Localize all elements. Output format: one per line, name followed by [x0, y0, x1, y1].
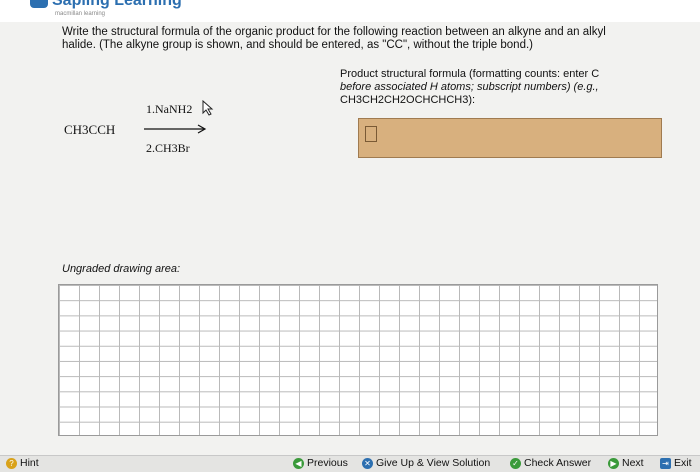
check-answer-button[interactable]: ✓ Check Answer [510, 457, 591, 469]
previous-arrow-icon: ◀ [293, 457, 304, 469]
next-label: Next [622, 457, 644, 469]
give-up-button[interactable]: ✕ Give Up & View Solution [362, 457, 490, 469]
checkmark-icon: ✓ [510, 457, 521, 469]
hint-label: Hint [20, 457, 39, 469]
question-text: Write the structural formula of the orga… [62, 26, 682, 52]
reactant-text: CH3CCH [64, 122, 116, 137]
give-up-icon: ✕ [362, 457, 373, 469]
exit-button[interactable]: ⇥ Exit [660, 457, 692, 469]
bottom-toolbar: ? Hint ◀ Previous ✕ Give Up & View Solut… [0, 455, 700, 472]
mouse-cursor-icon [202, 100, 214, 116]
previous-button[interactable]: ◀ Previous [293, 457, 348, 469]
product-instructions: Product structural formula (formatting c… [340, 68, 670, 107]
next-button[interactable]: ▶ Next [608, 457, 644, 469]
next-arrow-icon: ▶ [608, 457, 619, 469]
sapling-logo-icon [30, 0, 48, 8]
drawing-area-label: Ungraded drawing area: [62, 263, 181, 275]
give-up-label: Give Up & View Solution [376, 457, 491, 469]
question-line-1: Write the structural formula of the orga… [62, 26, 606, 38]
reaction-arrow-icon [144, 124, 207, 134]
reactant-formula: CH3CCH [64, 122, 115, 138]
drawing-grid[interactable] [58, 284, 658, 436]
instr-line-2: before associated H atoms; subscript num… [340, 81, 599, 93]
instr-line-1: Product structural formula (formatting c… [340, 68, 600, 80]
answer-box[interactable] [358, 118, 662, 158]
question-line-2: halide. (The alkyne group is shown, and … [62, 39, 533, 51]
instr-line-3: CH3CH2CH2OCHCHCH3): [340, 94, 476, 106]
hint-button[interactable]: ? Hint [6, 457, 39, 469]
reagent-step-1: 1.NaNH2 [146, 102, 193, 116]
product-formula-input[interactable] [365, 126, 377, 142]
previous-label: Previous [307, 457, 348, 469]
top-bar: Sapling Learning macmillan learning [0, 0, 700, 22]
brand-subtitle: macmillan learning [55, 11, 106, 17]
check-answer-label: Check Answer [524, 457, 592, 469]
lightbulb-icon: ? [6, 457, 17, 469]
brand-name: Sapling Learning [52, 0, 182, 9]
exit-icon: ⇥ [660, 457, 671, 469]
reagent-step-2: 2.CH3Br [146, 141, 190, 155]
exit-label: Exit [674, 457, 692, 469]
